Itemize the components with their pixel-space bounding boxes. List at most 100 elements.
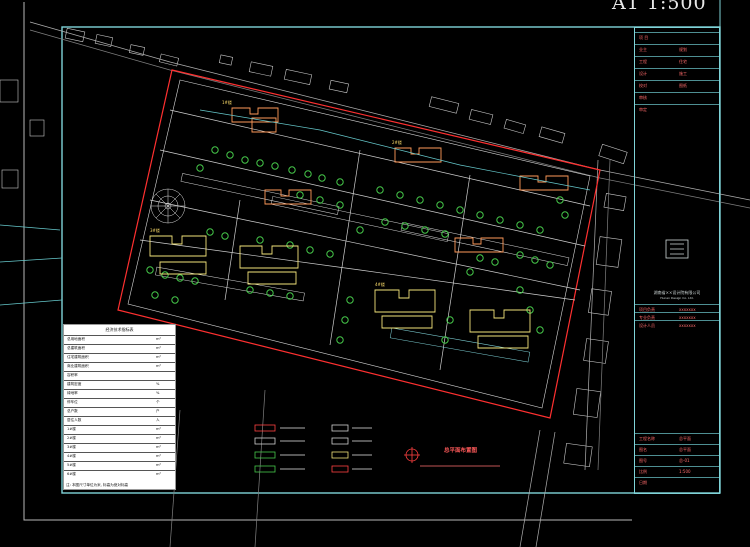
plan-title: 总平面布置图 [444, 448, 478, 454]
tree-icon [441, 230, 449, 238]
tree-icon [336, 336, 344, 344]
tree-icon [356, 226, 364, 234]
title-block-value: 规划 [679, 47, 687, 52]
tree-icon [336, 201, 344, 209]
tree-icon [536, 226, 544, 234]
indicators-table-note: 注: 本图尺寸单位为米, 标高为绝对标高 [66, 483, 129, 487]
indicators-cell-k: 5#楼 [67, 463, 76, 467]
company-name-en: Hunan Design Co. Ltd. [660, 296, 694, 300]
tree-icon [241, 156, 249, 164]
indicators-rule [64, 434, 175, 435]
tree-icon [346, 296, 354, 304]
title-block-rule [635, 80, 719, 81]
indicators-cell-u: m² [156, 463, 161, 467]
tree-icon [286, 241, 294, 249]
indicators-cell-u: m² [156, 427, 161, 431]
indicators-rule [64, 407, 175, 408]
indicators-cell-k: 2#楼 [67, 436, 76, 440]
indicators-cell-u: m² [156, 337, 161, 341]
building-block [454, 237, 504, 253]
tree-icon [306, 246, 314, 254]
title-block-key: 项 目 [639, 35, 649, 40]
indicators-cell-u: m² [156, 454, 161, 458]
tree-icon [151, 291, 159, 299]
title-block-value: 总平面 [679, 436, 691, 441]
tree-icon [476, 211, 484, 219]
indicators-rule [64, 362, 175, 363]
indicators-rule [64, 353, 175, 354]
tree-icon [416, 196, 424, 204]
tree-icon [288, 166, 296, 174]
tree-icon [421, 226, 429, 234]
tree-icon [318, 174, 326, 182]
title-block-value: xxxxxxx [679, 323, 696, 328]
internal-roads [139, 109, 591, 371]
indicators-cell-k: 4#楼 [67, 454, 76, 458]
tree-icon [226, 151, 234, 159]
indicators-cell-k: 3#楼 [67, 445, 76, 449]
indicators-rule [64, 470, 175, 471]
building-block [469, 309, 531, 333]
title-block-value: 1:500 [679, 469, 691, 474]
title-block-value: 图纸 [679, 83, 687, 88]
building-label: 3#楼 [150, 228, 160, 233]
tree-icon [256, 236, 264, 244]
indicators-cell-k: 建筑密度 [67, 382, 82, 386]
cad-drawing: A1 1:500 1#楼 2#楼 3#楼 4#楼 总平面布置图 项 目业主 规划工… [0, 0, 750, 547]
tree-icon [396, 191, 404, 199]
title-block-rule [635, 44, 719, 45]
indicators-rule [64, 461, 175, 462]
indicators-cell-k: 商业建筑面积 [67, 364, 89, 368]
tree-icon [286, 292, 294, 300]
indicators-cell-k: 总户数 [67, 409, 78, 413]
title-block-key: 日期 [639, 480, 647, 485]
tree-icon [146, 266, 154, 274]
title-block-key: 工程 [639, 59, 647, 64]
indicators-rule [64, 344, 175, 345]
tree-icon [546, 261, 554, 269]
building-label: 4#楼 [375, 282, 385, 287]
tree-icon [466, 268, 474, 276]
title-block-key: 设计人员 [639, 323, 655, 328]
indicators-table-title: 经济技术指标表 [105, 327, 134, 332]
indicators-cell-k: 住宅建筑面积 [67, 355, 89, 359]
tree-icon [491, 258, 499, 266]
tree-icon [476, 254, 484, 262]
indicators-cell-k: 停车位 [67, 400, 78, 404]
indicators-rule [64, 416, 175, 417]
title-block-rule [635, 320, 719, 321]
building-block [477, 335, 529, 349]
tree-icon [246, 286, 254, 294]
building-block [247, 271, 297, 285]
circular-plaza [150, 188, 186, 224]
indicators-cell-k: 绿地率 [67, 391, 78, 395]
indicators-cell-u: 个 [156, 400, 160, 404]
tree-icon [161, 271, 169, 279]
building-label: 2#楼 [392, 140, 402, 145]
indicators-cell-u: m² [156, 445, 161, 449]
building-label: 1#楼 [222, 100, 232, 105]
indicators-cell-u: m² [156, 364, 161, 368]
indicators-rule [64, 389, 175, 390]
title-block-rule [635, 32, 719, 33]
tree-icon [496, 216, 504, 224]
indicators-rule [64, 398, 175, 399]
indicators-cell-u: m² [156, 346, 161, 350]
tree-icon [341, 316, 349, 324]
indicators-cell-k: 6#楼 [67, 472, 76, 476]
tree-icon [376, 186, 384, 194]
tree-icon [256, 159, 264, 167]
building-block [394, 147, 442, 163]
title-block-key: 校对 [639, 83, 647, 88]
indicators-cell-u: m² [156, 355, 161, 359]
indicators-cell-u: m² [156, 472, 161, 476]
indicators-cell-u: m² [156, 436, 161, 440]
tree-icon [401, 222, 409, 230]
title-block-rule [635, 104, 719, 105]
title-block-rule [635, 56, 719, 57]
title-block-value: 总平面 [679, 447, 691, 452]
tree-icon [296, 191, 304, 199]
tree-icon [206, 228, 214, 236]
tree-icon [316, 196, 324, 204]
building-block [239, 245, 299, 269]
